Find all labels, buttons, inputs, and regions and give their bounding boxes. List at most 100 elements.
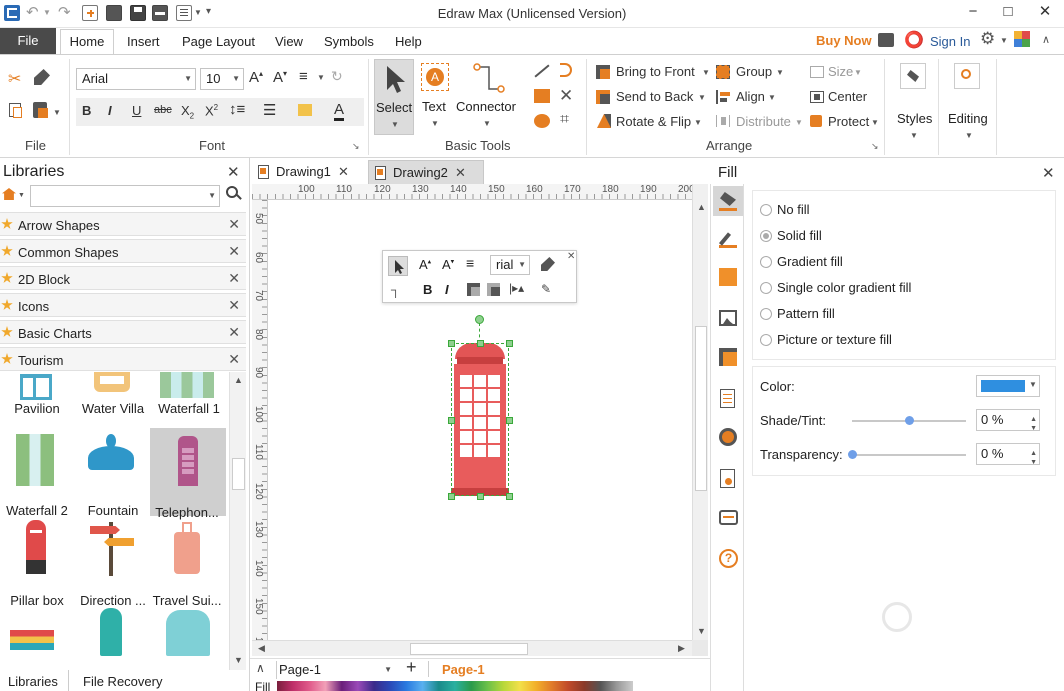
align-text-icon[interactable]: ≡ — [299, 68, 308, 85]
line-tab-icon[interactable] — [718, 230, 737, 248]
align-text-icon[interactable]: ≡ — [466, 255, 474, 271]
grow-font-icon[interactable]: A▴ — [419, 257, 431, 272]
ellipse-tool-icon[interactable] — [534, 114, 550, 128]
scroll-down-icon[interactable]: ▼ — [234, 655, 243, 665]
tab-home[interactable]: Home — [60, 29, 114, 55]
paste-dropdown-icon[interactable]: ▼ — [53, 108, 61, 117]
pointer-icon[interactable] — [388, 256, 408, 276]
rotate-flip-dropdown-icon[interactable]: ▼ — [694, 118, 702, 127]
resize-handle[interactable] — [448, 493, 455, 500]
shade-tint-input[interactable]: 0 % ▲ ▼ — [976, 409, 1040, 432]
transparency-slider-knob[interactable] — [848, 450, 857, 459]
help-tab-icon[interactable]: ? — [719, 549, 738, 568]
comment-tab-icon[interactable] — [719, 510, 738, 525]
font-family-select[interactable]: Arial ▼ — [76, 68, 196, 90]
text-highlight-icon[interactable] — [298, 104, 312, 116]
italic-icon[interactable]: I — [445, 282, 449, 297]
close-button[interactable]: ✕ — [1034, 2, 1056, 22]
size-button[interactable]: Size — [828, 64, 853, 79]
paste-icon[interactable] — [33, 102, 48, 118]
shape-pillar-box[interactable]: Pillar box — [0, 518, 72, 608]
tab-file-recovery[interactable]: File Recovery — [83, 674, 162, 689]
distribute-button[interactable]: Distribute — [736, 114, 791, 129]
spin-down-icon[interactable]: ▼ — [1030, 419, 1037, 439]
page-select[interactable]: Page-1 ▼ — [276, 661, 394, 679]
select-tool-button[interactable]: Select ▼ — [374, 59, 414, 135]
resize-handle[interactable] — [506, 417, 513, 424]
scroll-up-icon[interactable]: ▲ — [234, 375, 243, 385]
radio-button[interactable] — [760, 256, 772, 268]
library-category-icons[interactable]: Icons ✕ — [0, 293, 246, 317]
selected-telephone-booth-shape[interactable] — [451, 343, 509, 496]
grow-font-icon[interactable]: A▴ — [249, 69, 263, 86]
library-category-arrow-shapes[interactable]: Arrow Shapes ✕ — [0, 212, 246, 236]
tab-symbols[interactable]: Symbols — [324, 34, 374, 49]
tab-view[interactable]: View — [275, 34, 303, 49]
align-dropdown-icon[interactable]: ▼ — [768, 93, 776, 102]
scroll-up-icon[interactable]: ▲ — [697, 202, 706, 212]
line-color-icon[interactable]: ✎ — [541, 282, 551, 296]
send-to-back-button[interactable]: Send to Back — [616, 89, 693, 104]
shrink-font-icon[interactable]: A▾ — [442, 257, 454, 272]
shape-travel-suitcase[interactable]: Travel Sui... — [150, 518, 222, 608]
library-category-2d-block[interactable]: 2D Block ✕ — [0, 266, 246, 290]
library-category-tourism[interactable]: Tourism ✕ — [0, 347, 246, 371]
close-icon[interactable]: ✕ — [228, 270, 240, 287]
settings-gear-icon[interactable]: ⚙ — [980, 29, 995, 49]
fill-option-gradient-fill[interactable]: Gradient fill — [760, 254, 1040, 272]
font-settings-launcher-icon[interactable]: ↘ — [352, 141, 360, 152]
italic-icon[interactable]: I — [108, 103, 112, 118]
canvas-horizontal-scrollbar[interactable]: ◀ ▶ — [252, 640, 692, 656]
canvas-horizontal-scroll-thumb[interactable] — [410, 643, 528, 655]
bold-icon[interactable]: B — [82, 103, 91, 118]
cut-icon[interactable]: ✂ — [8, 69, 21, 89]
fill-option-single-color-gradient-fill[interactable]: Single color gradient fill — [760, 280, 1040, 298]
font-color-icon[interactable]: A — [334, 101, 345, 121]
image-tab-icon[interactable] — [719, 310, 737, 326]
library-home-dropdown-icon[interactable]: ▼ — [18, 192, 25, 199]
fill-tab-icon[interactable] — [713, 186, 743, 216]
settings-dropdown-icon[interactable]: ▼ — [1000, 36, 1008, 45]
shrink-font-icon[interactable]: A▾ — [273, 69, 287, 86]
radio-button[interactable] — [760, 334, 772, 346]
radio-button[interactable] — [760, 282, 772, 294]
shape-direction-sign[interactable]: Direction ... — [76, 518, 148, 608]
send-to-back-dropdown-icon[interactable]: ▼ — [698, 93, 706, 102]
superscript-icon[interactable]: X2 — [205, 103, 218, 118]
canvas-vertical-scrollbar[interactable]: ▲ ▼ — [692, 184, 708, 640]
tab-libraries[interactable]: Libraries — [8, 674, 58, 689]
send-to-back-icon[interactable] — [487, 283, 500, 296]
format-painter-icon[interactable] — [34, 69, 50, 85]
transparency-input[interactable]: 0 % ▲ ▼ — [976, 443, 1040, 466]
radio-button[interactable] — [760, 204, 772, 216]
text-tool-button[interactable]: A Text ▼ — [418, 59, 452, 135]
bring-to-front-dropdown-icon[interactable]: ▼ — [702, 68, 710, 77]
note-tab-icon[interactable] — [720, 469, 735, 488]
group-button[interactable]: Group — [736, 64, 772, 79]
connector-style-icon[interactable]: ┐ — [391, 282, 400, 297]
library-scroll-thumb[interactable] — [232, 458, 245, 490]
bring-to-front-button[interactable]: Bring to Front — [616, 64, 695, 79]
transparency-slider[interactable] — [852, 454, 966, 456]
shape-traveler[interactable] — [82, 606, 142, 660]
minimize-button[interactable]: − — [962, 2, 984, 22]
connector-tool-button[interactable]: Connector ▼ — [455, 59, 519, 135]
font-size-select[interactable]: 10 ▼ — [200, 68, 244, 90]
editing-button[interactable]: Editing ▼ — [944, 59, 994, 149]
close-icon[interactable]: ✕ — [455, 161, 466, 185]
cart-icon[interactable] — [878, 33, 894, 47]
scroll-down-icon[interactable]: ▼ — [697, 626, 706, 636]
fill-option-solid-fill[interactable]: Solid fill — [760, 228, 1040, 246]
line-spacing-icon[interactable]: ↕≡ — [229, 101, 245, 118]
close-icon[interactable]: ✕ — [228, 351, 240, 368]
fill-option-no-fill[interactable]: No fill — [760, 202, 1040, 220]
shape-luggage-cart[interactable] — [6, 610, 62, 660]
arrow-style-icon[interactable]: |▸▴ — [509, 281, 524, 295]
sign-in-link[interactable]: Sign In — [930, 34, 970, 49]
shade-tint-slider-knob[interactable] — [905, 416, 914, 425]
line-tool-icon[interactable] — [534, 64, 550, 78]
resize-handle[interactable] — [506, 493, 513, 500]
collapse-up-icon[interactable]: ∧ — [256, 661, 265, 675]
scroll-right-icon[interactable]: ▶ — [678, 643, 685, 654]
file-menu[interactable]: File — [0, 28, 56, 54]
